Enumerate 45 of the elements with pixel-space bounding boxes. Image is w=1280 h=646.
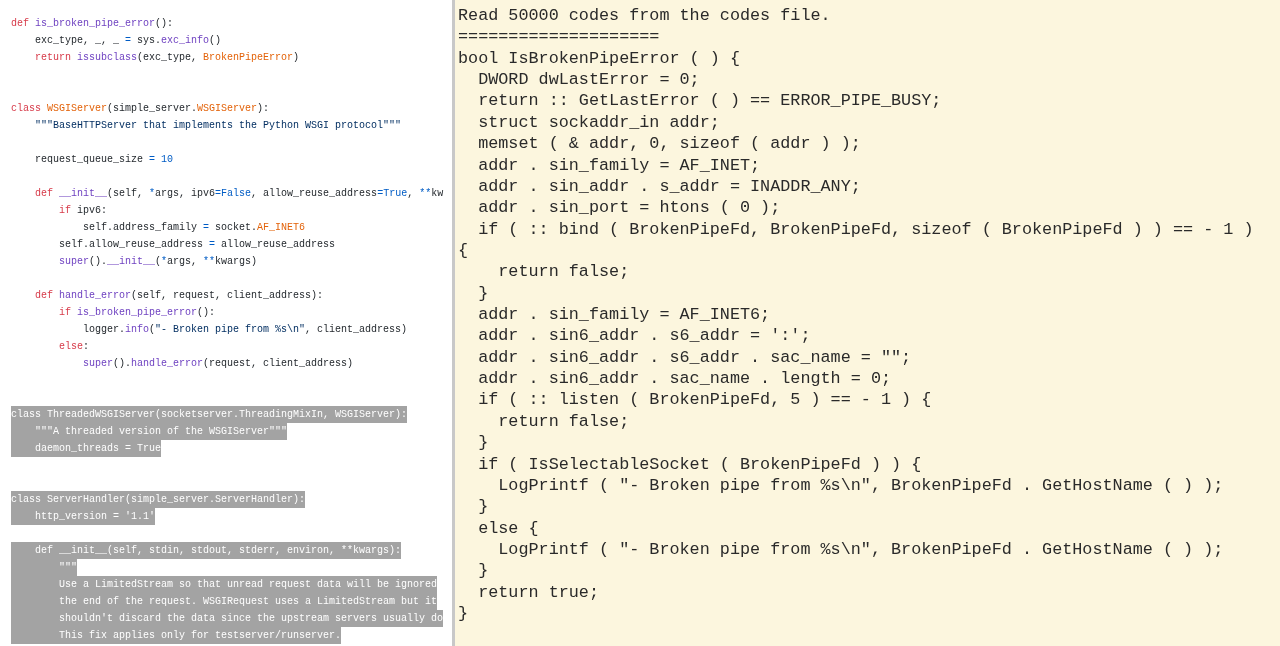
- output-line: bool IsBrokenPipeError ( ) {: [458, 48, 740, 68]
- output-line: addr . sin_port = htons ( 0 );: [477, 198, 781, 218]
- output-line: ====================: [458, 27, 660, 47]
- output-line: if ( :: bind ( BrokenPipeFd, BrokenPipeFd, sizeof ( BrokenPipeFd ) ) == - 1 ): [477, 219, 1254, 239]
- code-line: return issubclass(exc_type, BrokenPipeError): [34, 51, 300, 65]
- code-line: else:: [58, 340, 90, 354]
- output-line: }: [458, 604, 469, 624]
- output-line: addr . sin6_addr . sac_name . length = 0;: [477, 369, 892, 389]
- code-line: """BaseHTTPServer that implements the Python WSGI protocol""": [34, 119, 402, 133]
- code-line: self.allow_reuse_address = allow_reuse_address: [58, 238, 336, 252]
- output-line: return true;: [477, 582, 599, 602]
- code-line: if is_broken_pipe_error():: [58, 306, 216, 320]
- output-line: LogPrintf ( "- Broken pipe from %s\n", BrokenPipeFd . GetHostName ( ) );: [497, 540, 1224, 559]
- output-line: return false;: [497, 262, 630, 282]
- code-line: if ipv6:: [58, 204, 108, 218]
- output-line: if ( :: listen ( BrokenPipeFd, 5 ) == - 1 ) {: [477, 390, 932, 410]
- code-line: super().handle_error(request, client_address): [82, 357, 354, 371]
- output-line: }: [477, 433, 489, 453]
- output-line: }: [477, 561, 489, 581]
- output-line: return false;: [497, 411, 630, 431]
- code-line: class WSGIServer(simple_server.WSGIServer):: [11, 102, 270, 116]
- output-line: memset ( & addr, 0, sizeof ( addr ) );: [477, 134, 861, 154]
- output-line: return :: GetLastError ( ) == ERROR_PIPE_BUSY;: [477, 91, 942, 111]
- code-line: def __init__(self, *args, ipv6=False, allow_reuse_address=True, **kw: [34, 187, 444, 201]
- output-line: addr . sin_addr . s_addr = INADDR_ANY;: [477, 176, 861, 196]
- code-line: def is_broken_pipe_error():: [11, 17, 174, 31]
- output-line: addr . sin6_addr . s6_addr = ':';: [477, 326, 811, 346]
- output-line: LogPrintf ( "- Broken pipe from %s\n", BrokenPipeFd . GetHostName ( ) );: [497, 475, 1224, 495]
- code-line: request_queue_size = 10: [34, 153, 174, 167]
- output-line: addr . sin_family = AF_INET;: [477, 155, 761, 175]
- output-line: struct sockaddr_in addr;: [477, 112, 720, 132]
- code-line: self.address_family = socket.AF_INET6: [82, 221, 306, 235]
- output-line: Read 50000 codes from the codes file.: [458, 6, 831, 25]
- output-line: else {: [477, 518, 539, 538]
- output-line: DWORD dwLastError = 0;: [477, 70, 700, 90]
- output-line: }: [477, 497, 489, 517]
- output-line: addr . sin_family = AF_INET6;: [477, 305, 771, 325]
- output-line: }: [477, 283, 489, 303]
- output-line: {: [458, 240, 469, 260]
- code-line: super().__init__(*args, **kwargs): [58, 255, 258, 269]
- output-line: addr . sin6_addr . s6_addr . sac_name = "";: [477, 347, 912, 367]
- code-line: exc_type, _, _ = sys.exc_info(): [34, 34, 222, 48]
- code-line: def handle_error(self, request, client_address):: [34, 289, 324, 303]
- code-line: logger.info("- Broken pipe from %s\n", client_address): [82, 323, 408, 337]
- output-line: if ( IsSelectableSocket ( BrokenPipeFd ) ) {: [477, 454, 922, 474]
